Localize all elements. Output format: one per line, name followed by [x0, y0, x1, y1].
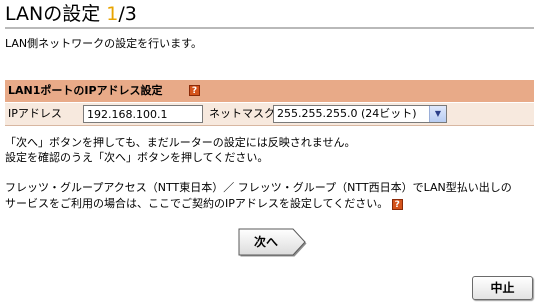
page-title-step: 1 — [106, 3, 119, 25]
chevron-down-icon[interactable]: ▼ — [429, 106, 446, 122]
next-button-label: 次へ — [253, 235, 278, 249]
netmask-selected-value: 255.255.255.0 (24ビット) — [277, 107, 417, 120]
next-button[interactable]: 次へ — [236, 226, 308, 258]
page-title-prefix: LANの設定 — [5, 3, 107, 25]
note-line: 設定を確認のうえ「次へ」ボタンを押してください。 — [5, 151, 269, 164]
ip-settings-row: IPアドレス ネットマスク 255.255.255.0 (24ビット) ▼ — [5, 103, 534, 126]
section-header: LAN1ポートのIPアドレス設定 ? — [5, 80, 534, 102]
help-icon[interactable]: ? — [391, 198, 403, 210]
netmask-select[interactable]: 255.255.255.0 (24ビット) ▼ — [273, 105, 447, 123]
page-title: LANの設定 1/3 — [5, 2, 137, 26]
title-divider — [5, 27, 534, 29]
cancel-button[interactable]: 中止 — [472, 276, 533, 300]
note-line: サービスをご利用の場合は、ここでご契約のIPアドレスを設定してください。 ? — [5, 196, 403, 211]
note-line: 「次へ」ボタンを押しても、まだルーターの設定には反映されません。 — [5, 136, 356, 149]
page-title-suffix: /3 — [118, 3, 137, 25]
note-line-text: サービスをご利用の場合は、ここでご契約のIPアドレスを設定してください。 — [5, 197, 389, 210]
intro-text: LAN側ネットワークの設定を行います。 — [5, 37, 203, 50]
ip-address-label: IPアドレス — [8, 107, 62, 120]
ip-address-input[interactable] — [83, 105, 203, 123]
help-icon[interactable]: ? — [189, 85, 200, 96]
note-line: フレッツ・グループアクセス（NTT東日本）／ フレッツ・グループ（NTT西日本）… — [5, 181, 512, 194]
netmask-label: ネットマスク — [209, 107, 275, 120]
section-header-label: LAN1ポートのIPアドレス設定 — [8, 84, 163, 97]
